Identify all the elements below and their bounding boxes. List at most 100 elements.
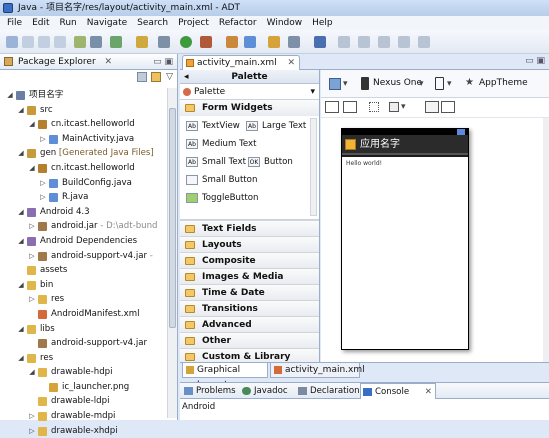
print-icon[interactable] xyxy=(54,36,66,48)
tree-item[interactable]: ◢ Android 4.3 xyxy=(0,205,167,220)
back-icon[interactable] xyxy=(398,36,410,48)
tree-item[interactable]: ◢ bin xyxy=(0,278,167,293)
external-tools-icon[interactable] xyxy=(200,36,212,48)
category-layouts[interactable]: Layouts xyxy=(180,236,319,252)
new-class-icon[interactable] xyxy=(244,36,256,48)
tree-item[interactable]: ◢ cn.itcast.helloworld xyxy=(0,117,167,132)
new-android-project-icon[interactable] xyxy=(136,36,148,48)
chevron-down-icon[interactable]: ▾ xyxy=(447,79,452,89)
tab-console[interactable]: Console ✕ xyxy=(360,383,436,399)
expanded-arrow-icon[interactable]: ◢ xyxy=(17,278,25,293)
tree-item[interactable]: drawable-ldpi xyxy=(0,394,167,409)
toggle-mark-icon[interactable] xyxy=(314,36,326,48)
save-all-icon[interactable] xyxy=(38,36,50,48)
palette-header[interactable]: ◂ Palette xyxy=(180,70,319,84)
tree-item[interactable]: ▷ MainActivity.java xyxy=(0,132,167,147)
tab-problems[interactable]: Problems xyxy=(182,383,238,399)
menu-refactor[interactable]: Refactor xyxy=(214,16,262,30)
category-text-fields[interactable]: Text Fields xyxy=(180,220,319,236)
expanded-arrow-icon[interactable]: ◢ xyxy=(28,365,36,380)
tab-graphical-layout[interactable]: Graphical Layout xyxy=(182,363,268,390)
new-icon[interactable] xyxy=(6,36,18,48)
next-annotation-icon[interactable] xyxy=(338,36,350,48)
menu-help[interactable]: Help xyxy=(307,16,338,30)
package-explorer-tab[interactable]: Package Explorer ✕ ▭ ▣ xyxy=(0,54,177,70)
tree-item[interactable]: ic_launcher.png xyxy=(0,380,167,395)
previous-annotation-icon[interactable] xyxy=(358,36,370,48)
minimize-icon[interactable]: ▭ ▣ xyxy=(153,54,173,70)
collapse-all-icon[interactable] xyxy=(137,72,147,82)
tree-item[interactable]: ◢ res xyxy=(0,351,167,366)
collapsed-arrow-icon[interactable]: ▷ xyxy=(28,424,36,438)
category-images-media[interactable]: Images & Media xyxy=(180,268,319,284)
menu-navigate[interactable]: Navigate xyxy=(82,16,132,30)
expanded-arrow-icon[interactable]: ◢ xyxy=(6,88,14,103)
expanded-arrow-icon[interactable]: ◢ xyxy=(17,351,25,366)
collapsed-arrow-icon[interactable]: ▷ xyxy=(39,190,47,205)
avd-manager-icon[interactable] xyxy=(90,36,102,48)
menu-edit[interactable]: Edit xyxy=(27,16,54,30)
menu-file[interactable]: File xyxy=(2,16,27,30)
toggle-fill-height-icon[interactable] xyxy=(343,101,357,113)
run-icon[interactable] xyxy=(180,36,192,48)
palette-mode-select[interactable]: Palette ▾ xyxy=(180,84,319,100)
tree-item[interactable]: ▷ res xyxy=(0,292,167,307)
lint-check-icon[interactable] xyxy=(110,36,122,48)
collapsed-arrow-icon[interactable]: ▷ xyxy=(39,176,47,191)
preview-content[interactable]: Hello world! xyxy=(342,157,468,349)
toggle-fill-width-icon[interactable] xyxy=(325,101,339,113)
menu-window[interactable]: Window xyxy=(262,16,308,30)
view-menu-icon[interactable]: ▽ xyxy=(166,72,173,82)
tree-item[interactable]: assets xyxy=(0,263,167,278)
chevron-down-icon[interactable]: ▾ xyxy=(401,102,406,112)
expanded-arrow-icon[interactable]: ◢ xyxy=(17,205,25,220)
tree-item[interactable]: ◢ 项目名字 xyxy=(0,88,167,103)
collapsed-arrow-icon[interactable]: ▷ xyxy=(28,249,36,264)
tree-item[interactable]: AndroidManifest.xml xyxy=(0,307,167,322)
category-composite[interactable]: Composite xyxy=(180,252,319,268)
close-icon[interactable]: ✕ xyxy=(105,57,113,67)
expanded-arrow-icon[interactable]: ◢ xyxy=(17,103,25,118)
editor-tab-activity-main[interactable]: activity_main.xml ✕ xyxy=(182,55,300,70)
expanded-arrow-icon[interactable]: ◢ xyxy=(17,146,25,161)
close-icon[interactable]: ✕ xyxy=(425,384,432,400)
preview-hello-text[interactable]: Hello world! xyxy=(346,160,382,167)
zoom-to-fit-icon[interactable] xyxy=(441,101,455,113)
tree-item[interactable]: ◢ gen [Generated Java Files] xyxy=(0,146,167,161)
collapsed-arrow-icon[interactable]: ▷ xyxy=(39,132,47,147)
scrollbar-thumb[interactable] xyxy=(169,108,176,328)
device-select[interactable]: Nexus One xyxy=(373,78,422,88)
close-icon[interactable]: ✕ xyxy=(287,56,295,70)
tab-javadoc[interactable]: Javadoc xyxy=(240,383,294,399)
collapsed-arrow-icon[interactable]: ▷ xyxy=(28,219,36,234)
canvas-scrollbar[interactable] xyxy=(543,118,549,362)
category-other[interactable]: Other xyxy=(180,332,319,348)
last-edit-location-icon[interactable] xyxy=(378,36,390,48)
chevron-down-icon[interactable]: ▾ xyxy=(343,79,348,89)
open-type-icon[interactable] xyxy=(268,36,280,48)
tree-item[interactable]: ▷ drawable-xhdpi xyxy=(0,424,167,438)
tree-item[interactable]: ◢ cn.itcast.helloworld xyxy=(0,161,167,176)
save-icon[interactable] xyxy=(22,36,34,48)
tree-item[interactable]: ▷ android-support-v4.jar - xyxy=(0,249,167,264)
menu-project[interactable]: Project xyxy=(173,16,214,30)
android-sdk-icon[interactable] xyxy=(74,36,86,48)
collapse-palette-icon[interactable]: ◂ xyxy=(184,70,189,84)
collapsed-arrow-icon[interactable]: ▷ xyxy=(28,292,36,307)
tree-item[interactable]: ◢ Android Dependencies xyxy=(0,234,167,249)
search-icon[interactable] xyxy=(288,36,300,48)
emulate-real-size-icon[interactable] xyxy=(425,101,439,113)
tree-item[interactable]: ▷ BuildConfig.java xyxy=(0,176,167,191)
tab-declaration[interactable]: Declaration xyxy=(296,383,360,399)
layout-grid-icon[interactable] xyxy=(389,102,399,112)
new-java-project-icon[interactable] xyxy=(226,36,238,48)
forward-icon[interactable] xyxy=(418,36,430,48)
category-advanced[interactable]: Advanced xyxy=(180,316,319,332)
expanded-arrow-icon[interactable]: ◢ xyxy=(28,161,36,176)
tree-item[interactable]: ▷ drawable-mdpi xyxy=(0,409,167,424)
expanded-arrow-icon[interactable]: ◢ xyxy=(17,234,25,249)
category-time-date[interactable]: Time & Date xyxy=(180,284,319,300)
expanded-arrow-icon[interactable]: ◢ xyxy=(17,322,25,337)
tree-item[interactable]: ▷ android.jar - D:\adt-bund xyxy=(0,219,167,234)
menu-search[interactable]: Search xyxy=(132,16,173,30)
